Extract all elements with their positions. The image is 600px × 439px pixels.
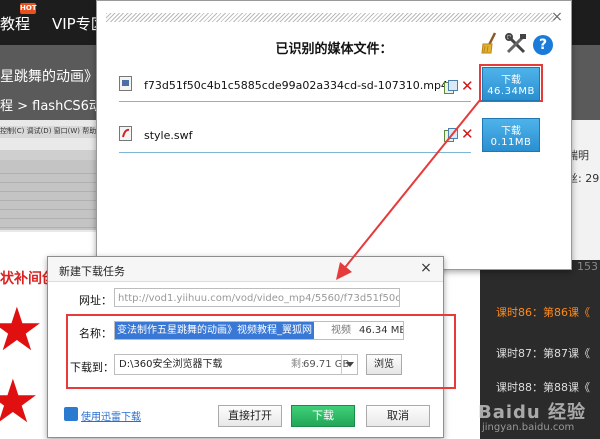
- lesson-title: 星跳舞的动画》: [0, 69, 98, 85]
- download-file-button[interactable]: 下载 0.11MB: [482, 118, 540, 152]
- site-nav-tutorials[interactable]: 教程: [0, 13, 30, 34]
- remove-file-icon[interactable]: ✕: [461, 79, 474, 94]
- media-file-name: style.swf: [144, 129, 193, 142]
- dialog-close-button[interactable]: ×: [418, 260, 434, 276]
- download-button-label: 下载: [501, 75, 521, 86]
- flash-ruler: [0, 150, 100, 160]
- popup-drag-handle[interactable]: [106, 13, 554, 22]
- red-star-icon: ★: [0, 367, 40, 437]
- watermark-logo: Baidu 经验: [478, 402, 587, 423]
- file-row-divider: [119, 101, 471, 102]
- broom-icon[interactable]: [479, 31, 501, 55]
- watermark-url: jingyan.baidu.com: [482, 422, 575, 433]
- remove-file-icon[interactable]: ✕: [461, 127, 474, 142]
- file-row-divider: [119, 152, 471, 153]
- download-button[interactable]: 下载: [291, 405, 355, 427]
- download-file-button[interactable]: 下载 46.34MB: [482, 67, 540, 101]
- lesson-item[interactable]: 课时87：第87课《: [496, 345, 590, 361]
- popup-close-button[interactable]: ×: [549, 9, 565, 25]
- cancel-button[interactable]: 取消: [366, 405, 430, 427]
- help-icon[interactable]: ?: [533, 35, 553, 55]
- video-file-icon: [119, 76, 132, 91]
- new-download-task-dialog: 新建下载任务 × 网址： http://vod1.yiihuu.com/vod/…: [47, 256, 456, 438]
- lesson-item[interactable]: 课时88：第88课《: [496, 379, 590, 395]
- flash-menu-bar: 控制(C) 调试(D) 窗口(W) 帮助: [0, 126, 100, 138]
- media-detection-popup: × 已识别的媒体文件： ? f73d51f50c4b1c5885cde99a02…: [96, 0, 572, 270]
- flash-timeline-layers: [0, 168, 100, 228]
- download-file-size: 0.11MB: [490, 137, 532, 148]
- lesson-item[interactable]: 课时86：第86课《: [496, 304, 590, 320]
- name-path-highlight: [66, 314, 456, 389]
- xunlei-icon: [64, 407, 78, 421]
- swf-file-icon: [119, 126, 132, 141]
- open-directly-button[interactable]: 直接打开: [218, 405, 282, 427]
- tools-icon[interactable]: [505, 33, 527, 55]
- dialog-title: 新建下载任务: [59, 265, 125, 278]
- download-button-label: 下载: [501, 126, 521, 137]
- copy-link-icon[interactable]: [444, 80, 458, 94]
- media-file-name: f73d51f50c4b1c5885cde99a02a334cd-sd-1073…: [144, 79, 448, 92]
- hot-badge: HOT: [20, 3, 37, 14]
- use-xunlei-link[interactable]: 使用迅雷下载: [81, 408, 141, 423]
- url-label: 网址：: [79, 294, 112, 307]
- lesson-count: 153: [577, 260, 598, 273]
- red-star-icon: ★: [0, 295, 44, 365]
- download-file-size: 46.34MB: [487, 86, 535, 97]
- url-field[interactable]: http://vod1.yiihuu.com/vod/video_mp4/556…: [114, 288, 400, 307]
- copy-link-icon[interactable]: [444, 128, 458, 142]
